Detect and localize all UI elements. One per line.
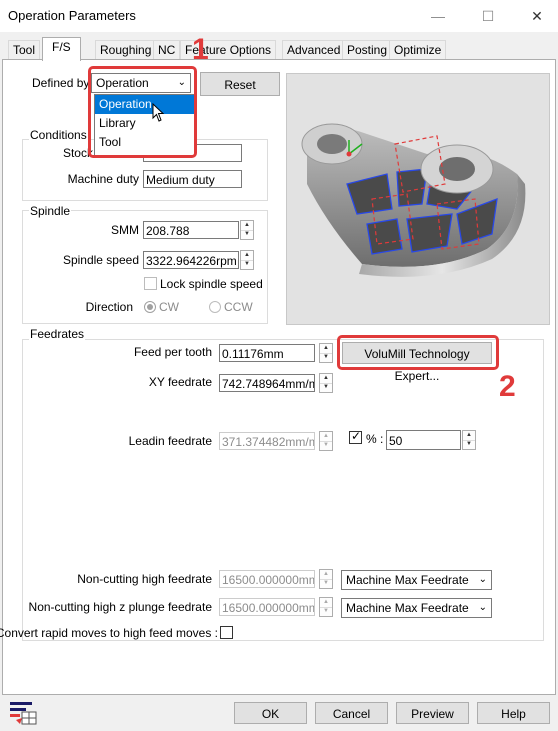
percent-checkbox[interactable]: ✓ [349,429,362,444]
convert-rapid-label-clip: Convert rapid moves to high feed moves : [0,626,218,642]
cw-label: CW [159,300,179,314]
spindle-speed-label: Spindle speed [62,253,139,267]
annotation-box-volumill [337,335,499,370]
leadin-feedrate-spinner[interactable]: ▲ ▼ [319,431,333,451]
smm-label: SMM [111,223,139,237]
spindle-speed-field[interactable]: 3322.964226rpm [143,251,239,269]
spindle-speed-spinner[interactable]: ▲ ▼ [240,250,254,270]
mouse-cursor-icon [152,103,165,122]
spindle-group-label: Spindle [29,204,72,218]
help-button[interactable]: Help [477,702,550,724]
chevron-down-icon: ⌄ [478,574,487,585]
checkmark-icon: ✓ [351,429,362,443]
ccw-radio[interactable] [209,301,221,313]
cancel-button[interactable]: Cancel [315,702,388,724]
percent-spinner[interactable]: ▲ ▼ [462,430,476,450]
noncut-z-feedrate-select-value: Machine Max Feedrate [346,601,469,615]
feed-per-tooth-label: Feed per tooth [133,345,212,359]
leadin-feedrate-label: Leadin feedrate [128,434,212,448]
callout-number-2: 2 [499,370,516,403]
noncut-feedrate-select-value: Machine Max Feedrate [346,573,469,587]
part-model-illustration [301,123,526,277]
tab-fs[interactable]: F/S [42,37,81,61]
xy-feedrate-field[interactable]: 742.748964mm/min [219,374,315,392]
machine-duty-field[interactable]: Medium duty [143,170,242,188]
annotation-box-defined-by [88,66,197,158]
smm-field[interactable]: 208.788 [143,221,239,239]
tab-roughing[interactable]: Roughing [95,40,157,59]
tab-advanced[interactable]: Advanced [282,40,346,59]
direction-label: Direction [85,300,133,314]
percent-label: % : [366,432,384,446]
feedrates-group-label: Feedrates [29,327,86,341]
window-title: Operation Parameters [8,8,136,23]
title-bar: Operation Parameters — ☐ ✕ [0,0,558,32]
convert-rapid-checkbox[interactable] [220,626,233,639]
tab-optimize[interactable]: Optimize [389,40,447,59]
callout-number-1: 1 [192,33,209,66]
feed-per-tooth-spinner[interactable]: ▲ ▼ [319,343,333,363]
tab-tool[interactable]: Tool [8,40,41,59]
leadin-feedrate-field[interactable]: 371.374482mm/min [219,432,315,450]
conditions-group-label: Conditions [29,128,88,142]
lock-spindle-checkbox[interactable] [144,277,157,290]
noncut-z-feedrate-label: Non-cutting high z plunge feedrate [28,600,212,614]
noncut-z-feedrate-field[interactable]: 16500.000000mm/min [219,598,315,616]
close-icon[interactable]: ✕ [527,6,547,26]
noncut-feedrate-select[interactable]: Machine Max Feedrate ⌄ [341,570,492,590]
part-preview-image [286,73,550,325]
feed-per-tooth-field[interactable]: 0.11176mm [219,344,315,362]
cw-radio[interactable] [144,301,156,313]
stock-grid-icon[interactable] [8,700,38,726]
noncut-feedrate-spinner[interactable]: ▲ ▼ [319,569,333,589]
minimize-icon[interactable]: — [428,6,448,26]
ok-button[interactable]: OK [234,702,307,724]
chevron-down-icon: ⌄ [478,602,487,613]
preview-button[interactable]: Preview [396,702,469,724]
lock-spindle-label: Lock spindle speed [160,277,263,291]
machine-duty-label: Machine duty [67,172,139,186]
tab-posting[interactable]: Posting [342,40,393,59]
noncut-z-feedrate-select[interactable]: Machine Max Feedrate ⌄ [341,598,492,618]
noncut-feedrate-label: Non-cutting high feedrate [77,572,212,586]
smm-spinner[interactable]: ▲ ▼ [240,220,254,240]
percent-field[interactable]: 50 [386,430,461,450]
restore-icon[interactable]: ☐ [478,6,498,26]
reset-button[interactable]: Reset [200,72,280,96]
xy-feedrate-spinner[interactable]: ▲ ▼ [319,373,333,393]
xy-feedrate-label: XY feedrate [148,375,212,389]
defined-by-label: Defined by [32,76,90,90]
ccw-label: CCW [224,300,253,314]
noncut-feedrate-field[interactable]: 16500.000000mm/min [219,570,315,588]
noncut-z-feedrate-spinner[interactable]: ▲ ▼ [319,597,333,617]
convert-rapid-label: Convert rapid moves to high feed moves : [0,626,218,640]
tab-nc[interactable]: NC [153,40,181,59]
